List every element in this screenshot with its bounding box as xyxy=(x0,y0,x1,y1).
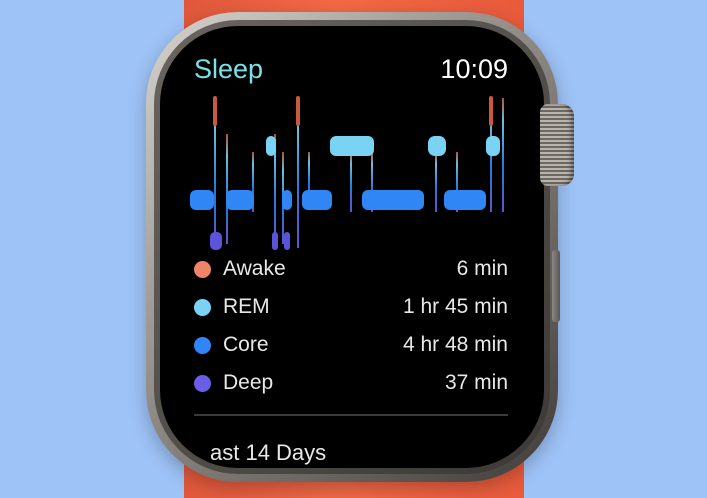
stage-value: 37 min xyxy=(444,371,508,394)
awake-segment xyxy=(213,96,217,126)
deep-segment xyxy=(284,232,290,250)
watch-bezel: Sleep 10:09 Awake 6 min REM 1 hr 45 min … xyxy=(154,20,550,474)
sleep-stage-legend: Awake 6 min REM 1 hr 45 min Core 4 hr 48… xyxy=(194,250,508,402)
app-title: Sleep xyxy=(194,54,264,84)
stage-value: 4 hr 48 min xyxy=(402,333,508,356)
rem-color-icon xyxy=(194,298,211,316)
core-color-icon xyxy=(194,336,211,354)
core-segment xyxy=(362,190,424,210)
rem-segment xyxy=(330,136,374,156)
legend-row-core: Core 4 hr 48 min xyxy=(194,326,508,364)
stage-label: REM xyxy=(223,295,270,318)
stage-label: Deep xyxy=(223,371,274,394)
last-14-days-heading[interactable]: ast 14 Days xyxy=(210,440,326,466)
watch-case: Sleep 10:09 Awake 6 min REM 1 hr 45 min … xyxy=(146,12,558,482)
clock-time: 10:09 xyxy=(440,54,508,84)
sleep-stages-chart xyxy=(190,96,504,250)
transition-connector xyxy=(502,98,504,212)
side-button[interactable] xyxy=(552,250,560,322)
transition-connector xyxy=(435,152,437,212)
core-segment xyxy=(282,190,292,210)
stage-label: Core xyxy=(223,333,269,356)
rem-segment xyxy=(266,136,276,156)
awake-segment xyxy=(296,96,300,126)
legend-row-awake: Awake 6 min xyxy=(194,250,508,288)
stage-value: 1 hr 45 min xyxy=(402,295,508,318)
transition-connector xyxy=(350,152,352,212)
core-segment xyxy=(444,190,486,210)
awake-segment xyxy=(489,96,493,126)
watch-screen[interactable]: Sleep 10:09 Awake 6 min REM 1 hr 45 min … xyxy=(160,26,544,468)
transition-connector xyxy=(226,134,228,244)
stage-value: 6 min xyxy=(456,257,508,280)
digital-crown[interactable] xyxy=(540,104,574,186)
rem-segment xyxy=(428,136,446,156)
core-segment xyxy=(302,190,332,210)
section-divider xyxy=(194,414,508,416)
stage-label: Awake xyxy=(223,257,286,280)
legend-row-deep: Deep 37 min xyxy=(194,364,508,402)
deep-segment xyxy=(272,232,278,250)
rem-segment xyxy=(486,136,500,156)
deep-segment xyxy=(210,232,222,250)
deep-color-icon xyxy=(194,374,211,392)
legend-row-rem: REM 1 hr 45 min xyxy=(194,288,508,326)
core-segment xyxy=(226,190,254,210)
core-segment xyxy=(190,190,214,210)
awake-color-icon xyxy=(194,260,211,278)
